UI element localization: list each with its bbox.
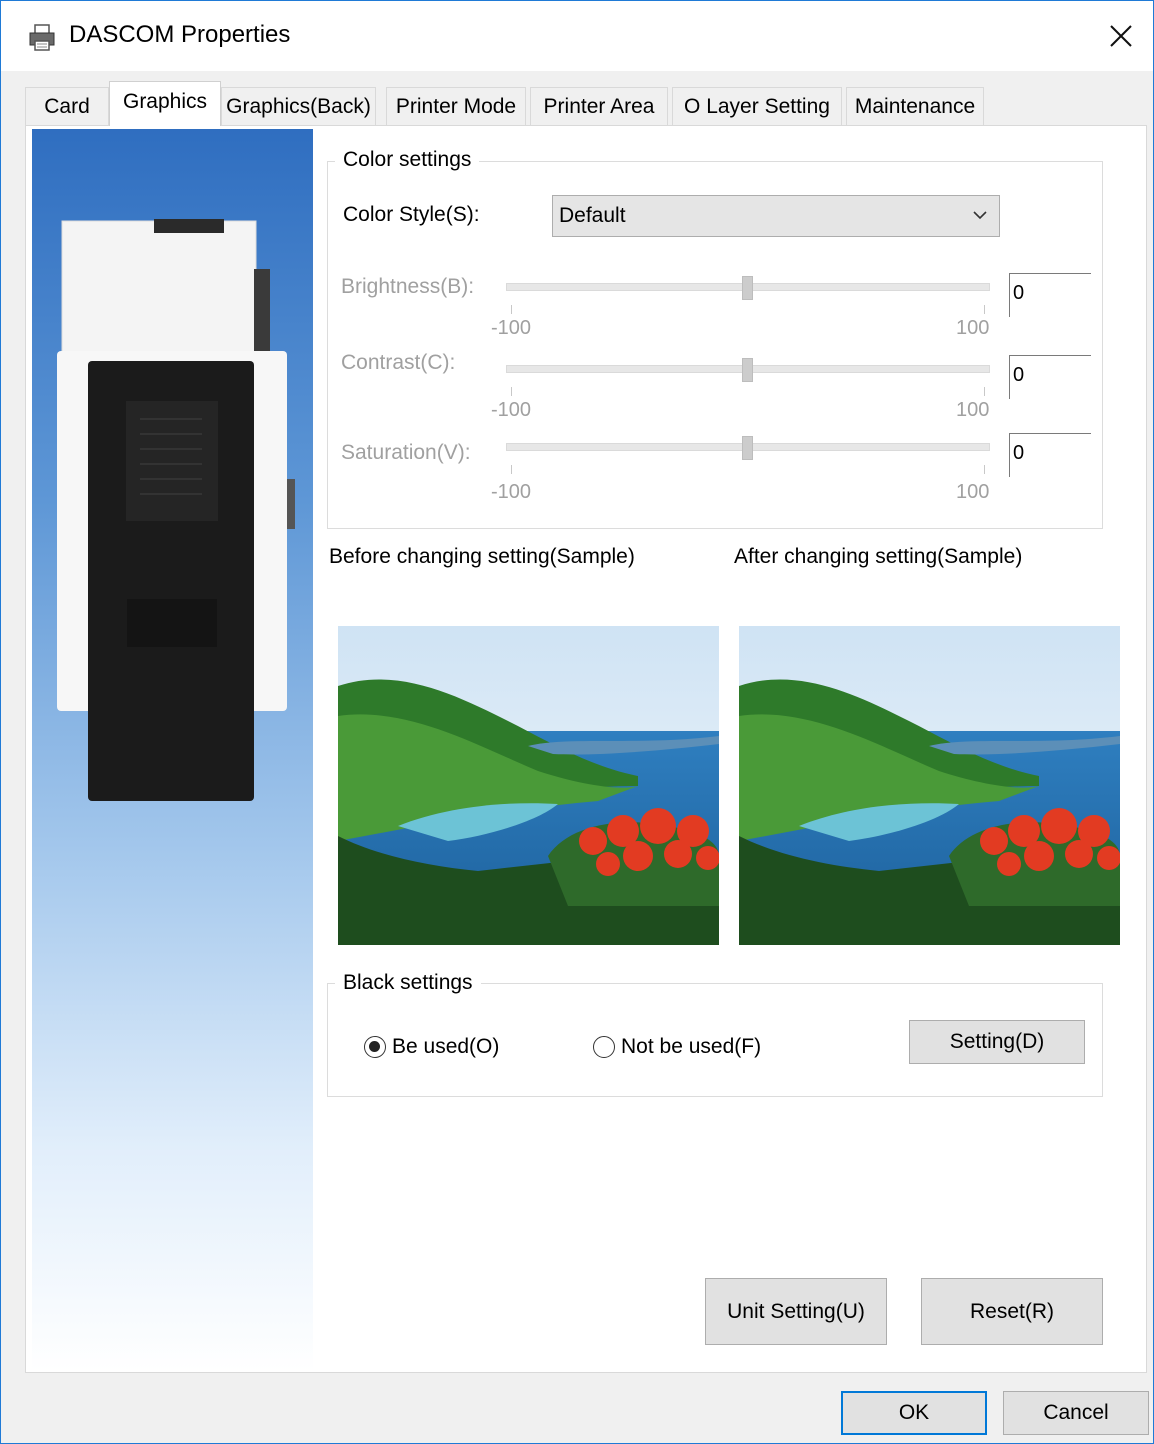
reset-button[interactable]: Reset(R): [921, 1278, 1103, 1345]
saturation-tick-min: [511, 465, 512, 474]
tab-graphics[interactable]: Graphics: [109, 81, 221, 126]
tab-o-layer-setting[interactable]: O Layer Setting: [672, 87, 842, 125]
ok-button[interactable]: OK: [841, 1391, 987, 1435]
saturation-value-input[interactable]: 0: [1009, 433, 1091, 477]
unit-setting-button[interactable]: Unit Setting(U): [705, 1278, 887, 1345]
color-style-select[interactable]: Default: [552, 195, 1000, 237]
saturation-max-label: 100: [956, 481, 990, 503]
window-title: DASCOM Properties: [69, 21, 291, 48]
tab-graphics-back[interactable]: Graphics(Back): [221, 87, 376, 125]
color-style-value: Default: [559, 204, 626, 227]
after-sample-label: After changing setting(Sample): [734, 545, 1023, 568]
brightness-slider-thumb[interactable]: [742, 276, 753, 300]
printer-illustration: [57, 219, 295, 801]
contrast-slider-thumb[interactable]: [742, 358, 753, 382]
printer-side-image: [32, 129, 313, 1371]
before-sample-label: Before changing setting(Sample): [329, 545, 635, 568]
be-used-label[interactable]: Be used(O): [392, 1035, 499, 1059]
brightness-value-input[interactable]: 0: [1009, 273, 1091, 317]
tab-maintenance[interactable]: Maintenance: [846, 87, 984, 125]
properties-window: DASCOM Properties Card Graphics Graphics…: [0, 0, 1154, 1444]
cancel-button[interactable]: Cancel: [1003, 1391, 1149, 1435]
not-be-used-radio[interactable]: [593, 1036, 615, 1058]
saturation-min-label: -100: [491, 481, 532, 503]
before-sample-image: [338, 626, 719, 945]
brightness-tick-max: [984, 305, 985, 314]
black-settings-title: Black settings: [335, 971, 481, 995]
not-be-used-label[interactable]: Not be used(F): [621, 1035, 761, 1059]
saturation-tick-max: [984, 465, 985, 474]
saturation-slider-thumb[interactable]: [742, 436, 753, 460]
color-style-label: Color Style(S):: [343, 203, 480, 226]
tab-card[interactable]: Card: [25, 87, 109, 125]
contrast-label: Contrast(C):: [341, 351, 456, 374]
brightness-min-label: -100: [491, 317, 532, 339]
after-sample-image: [739, 626, 1120, 945]
be-used-radio[interactable]: [364, 1036, 386, 1058]
contrast-tick-max: [984, 387, 985, 396]
tab-printer-mode[interactable]: Printer Mode: [386, 87, 526, 125]
contrast-tick-min: [511, 387, 512, 396]
printer-icon: [29, 24, 55, 51]
brightness-tick-min: [511, 305, 512, 314]
contrast-max-label: 100: [956, 399, 990, 421]
brightness-label: Brightness(B):: [341, 275, 475, 298]
close-icon: [1110, 25, 1132, 47]
color-settings-title: Color settings: [335, 148, 480, 172]
black-setting-button[interactable]: Setting(D): [909, 1020, 1085, 1064]
title-bar: DASCOM Properties: [1, 1, 1153, 71]
saturation-label: Saturation(V):: [341, 441, 471, 464]
close-button[interactable]: [1089, 1, 1153, 71]
brightness-max-label: 100: [956, 317, 990, 339]
contrast-min-label: -100: [491, 399, 532, 421]
tab-printer-area[interactable]: Printer Area: [530, 87, 668, 125]
contrast-value-input[interactable]: 0: [1009, 355, 1091, 399]
chevron-down-icon: [971, 196, 989, 250]
